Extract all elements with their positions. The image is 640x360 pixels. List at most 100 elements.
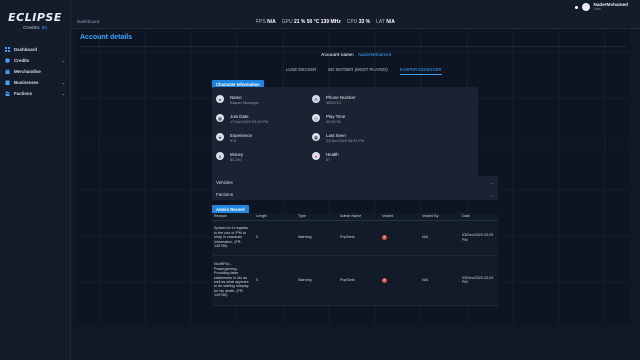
sidebar-item-factions[interactable]: Factions ⌄ — [0, 88, 70, 99]
field-experience: ★ Experience 976 — [216, 133, 252, 144]
building-icon — [5, 80, 10, 85]
sidebar-item-label: Merchandise — [14, 69, 41, 74]
dollar-icon: $ — [216, 152, 224, 160]
cell-date: 03/Dec/2023 03:24 PM — [460, 255, 498, 306]
cell-admin: PopTarts — [338, 255, 380, 306]
chevron-down-icon: ⌄ — [61, 58, 65, 63]
chevron-down-icon: ⌄ — [490, 191, 494, 197]
cell-admin: PopTarts — [338, 220, 380, 256]
star-icon: ★ — [216, 133, 224, 141]
cell-type: Warning — [296, 255, 338, 306]
sidebar-item-dashboard[interactable]: Dashboard — [0, 44, 70, 55]
cell-voided-by: N/A — [420, 220, 460, 256]
page-title: Account details — [80, 34, 133, 41]
field-value: 4893710 — [326, 101, 341, 105]
sidebar-item-merchandise[interactable]: Merchandise — [0, 66, 70, 77]
column-header: Voided By — [420, 213, 460, 221]
user-icon: ● — [216, 95, 224, 103]
stat-cpu: CPU 33 % — [347, 19, 370, 25]
table-row: NonRP#1 - Powergaming - Providing false … — [212, 255, 498, 306]
field-play-time: ◷ Play Time 00:02:36 — [312, 114, 345, 125]
sidebar-nav: Dashboard Credits ⌄ Merchandise Business… — [0, 44, 70, 99]
stat-label: GPU — [281, 19, 293, 25]
performance-stats: FPS N/A GPU 21 % 50 °C 139 MHz CPU 33 % … — [256, 19, 395, 25]
cell-reason: Spoken to in regards to the use of /PM t… — [212, 220, 254, 256]
stat-gpu: GPU 21 % 50 °C 139 MHz — [282, 19, 341, 25]
sidebar-item-label: Dashboard — [14, 47, 37, 52]
avatar — [581, 3, 590, 11]
sidebar: ECLIPSE Credits: 50 Dashboard Credits ⌄ … — [0, 0, 71, 360]
stat-value: 33 % — [358, 19, 371, 25]
close-icon: x — [382, 235, 387, 240]
field-value: 00:02:36 — [326, 120, 341, 124]
tab-luke-decker[interactable]: LUKE DECKER — [286, 65, 316, 75]
factions-accordion[interactable]: Factions ⌄ — [212, 188, 498, 200]
stat-value: N/A — [386, 19, 395, 25]
chevron-down-icon: ⌄ — [490, 179, 494, 185]
stat-value: 21 % 50 °C 139 MHz — [293, 19, 341, 25]
column-header: Admin Name — [338, 213, 380, 221]
field-last-seen: ▦ Last Seen 24/Jun/2024 06:31 PM — [312, 133, 364, 144]
field-health: ♥ Health 87 — [312, 152, 339, 163]
calendar-check-icon: ▦ — [312, 133, 320, 141]
column-header: Voided — [380, 213, 420, 221]
credits-label: Credits: — [23, 25, 41, 30]
field-value: 17/Jun/2024 03:43 PM — [230, 120, 269, 124]
field-join-date: ▦ Join Date 17/Jun/2024 03:43 PM — [216, 114, 268, 125]
credits-display: Credits: 50 — [23, 25, 47, 30]
heart-icon: ♥ — [312, 152, 320, 160]
accordion-label: Vehicles — [216, 179, 233, 185]
sidebar-item-credits[interactable]: Credits ⌄ — [0, 55, 70, 66]
status-dot-icon — [574, 5, 578, 9]
top-bar: Dashboard FPS N/A GPU 21 % 50 °C 139 MHz… — [71, 0, 640, 29]
column-header: Date — [460, 213, 498, 221]
cell-length: 0 — [254, 220, 296, 256]
field-value: 976 — [230, 139, 237, 143]
calendar-icon: ▦ — [216, 114, 224, 122]
cell-type: Warning — [296, 220, 338, 256]
title-divider — [80, 46, 626, 47]
breadcrumb[interactable]: Dashboard — [77, 19, 99, 24]
app-root: ECLIPSE Credits: 50 Dashboard Credits ⌄ … — [0, 0, 640, 360]
sidebar-item-label: Factions — [14, 91, 33, 96]
account-value: NaderMohamed — [358, 52, 392, 57]
clock-icon: ◷ — [312, 114, 320, 122]
column-header: Length — [254, 213, 296, 221]
stat-lat: LAT N/A — [376, 19, 395, 25]
cell-voided: x — [380, 255, 420, 306]
stat-label: FPS — [256, 19, 266, 25]
grid-icon — [5, 47, 10, 52]
chevron-down-icon: ⌄ — [61, 80, 65, 85]
field-value: Kasper Mosinger — [230, 101, 259, 105]
character-tabs: LUKE DECKER ED SNYDER (MOST PLAYED) KASP… — [286, 65, 442, 75]
stat-label: LAT — [376, 19, 385, 25]
field-money: $ Money $3,250 — [216, 152, 243, 163]
column-header: Type — [296, 213, 338, 221]
cell-voided-by: N/A — [420, 255, 460, 306]
sidebar-item-label: Credits — [14, 58, 30, 63]
stat-label: CPU — [346, 19, 358, 25]
chevron-down-icon: ⌄ — [61, 91, 65, 96]
logo-text: ECLIPSE — [8, 11, 62, 24]
vehicles-accordion[interactable]: Vehicles ⌄ — [212, 176, 498, 188]
credits-value: 50 — [41, 25, 47, 30]
sidebar-item-businesses[interactable]: Businesses ⌄ — [0, 77, 70, 88]
stat-fps: FPS N/A — [256, 19, 276, 25]
coins-icon — [5, 58, 10, 63]
user-role: User — [593, 7, 602, 11]
table-row: Spoken to in regards to the use of /PM t… — [212, 220, 498, 256]
field-name: ● Name Kasper Mosinger — [216, 95, 259, 106]
account-label: Account name: — [321, 52, 355, 57]
user-info: NaderMohamed User — [594, 2, 628, 12]
bag-icon — [5, 69, 10, 74]
field-value: $3,250 — [230, 158, 242, 162]
tab-kasper-mosinger[interactable]: KASPER MOSINGER — [399, 65, 442, 75]
cell-date: 03/Dec/2023 03:25 PM — [460, 220, 498, 256]
stat-value: N/A — [267, 19, 276, 25]
tab-ed-snyder[interactable]: ED SNYDER (MOST PLAYED) — [328, 65, 387, 75]
cell-length: 0 — [254, 255, 296, 306]
accordion-label: Factions — [216, 191, 234, 197]
main-content: Account details Account name: NaderMohame… — [76, 29, 630, 324]
user-menu[interactable]: NaderMohamed User — [574, 2, 628, 12]
brand-logo[interactable]: ECLIPSE Credits: 50 — [0, 0, 70, 38]
